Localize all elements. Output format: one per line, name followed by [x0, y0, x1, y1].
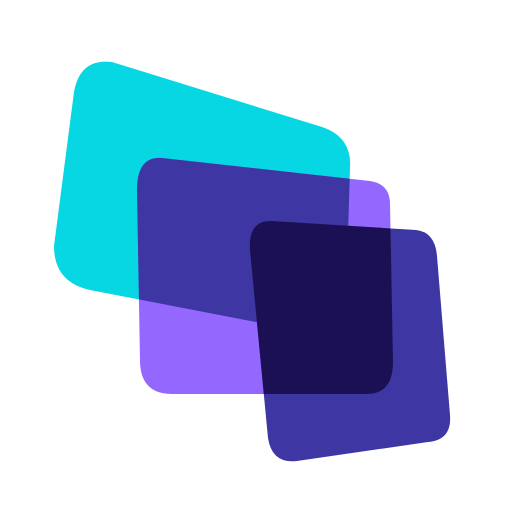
stacked-windows-logo-icon [54, 61, 451, 462]
app-icon-canvas [0, 0, 512, 512]
